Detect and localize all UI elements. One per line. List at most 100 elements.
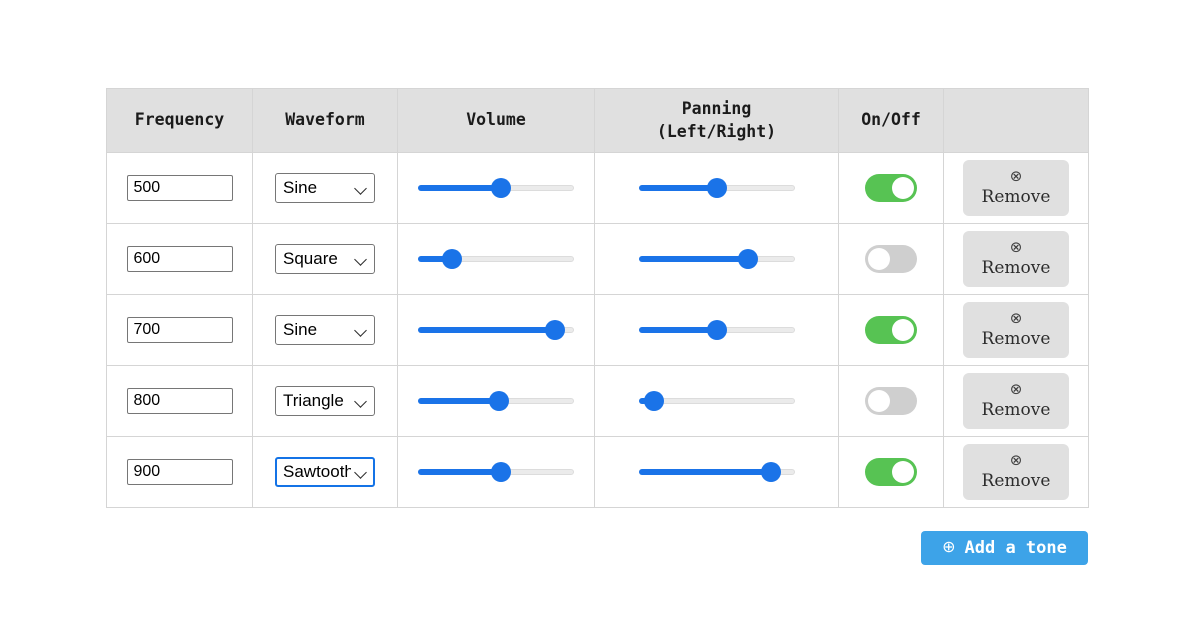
slider-fill bbox=[638, 469, 772, 475]
panning-slider[interactable] bbox=[638, 391, 795, 411]
slider-fill bbox=[418, 398, 500, 404]
tone-table-body: Sine⊗RemoveSquare⊗RemoveSine⊗RemoveTrian… bbox=[106, 152, 1089, 508]
cell-onoff bbox=[838, 365, 944, 437]
slider-thumb[interactable] bbox=[490, 178, 511, 198]
frequency-input[interactable] bbox=[126, 388, 233, 414]
volume-slider[interactable] bbox=[418, 178, 574, 198]
volume-slider[interactable] bbox=[418, 249, 574, 269]
slider-fill bbox=[638, 256, 748, 262]
frequency-input[interactable] bbox=[126, 459, 233, 485]
waveform-select[interactable]: Sine bbox=[275, 173, 375, 203]
toggle-knob bbox=[892, 461, 914, 483]
toggle-knob bbox=[868, 248, 890, 270]
circle-x-icon: ⊗ bbox=[1009, 451, 1023, 470]
cell-onoff bbox=[838, 223, 944, 295]
add-tone-button[interactable]: ⊕ Add a tone bbox=[921, 531, 1088, 565]
cell-panning bbox=[594, 294, 839, 366]
onoff-toggle[interactable] bbox=[865, 387, 917, 415]
remove-button[interactable]: ⊗ Remove bbox=[963, 444, 1069, 500]
cell-panning bbox=[594, 436, 839, 508]
cell-frequency bbox=[106, 294, 253, 366]
waveform-select-value: Sawtooth bbox=[283, 462, 351, 481]
circle-plus-icon: ⊕ bbox=[942, 537, 956, 556]
cell-frequency bbox=[106, 152, 253, 224]
cell-frequency bbox=[106, 365, 253, 437]
column-header-frequency: Frequency bbox=[106, 88, 253, 153]
tone-table-container: Frequency Waveform Volume Panning (Left/… bbox=[106, 88, 1089, 508]
remove-button-label: Remove bbox=[981, 258, 1051, 279]
cell-panning bbox=[594, 223, 839, 295]
slider-thumb[interactable] bbox=[706, 320, 727, 340]
volume-slider[interactable] bbox=[418, 391, 574, 411]
panning-slider[interactable] bbox=[638, 178, 795, 198]
frequency-input[interactable] bbox=[126, 175, 233, 201]
slider-fill bbox=[418, 185, 501, 191]
panning-slider[interactable] bbox=[638, 462, 795, 482]
slider-fill bbox=[418, 327, 556, 333]
waveform-select-value: Sine bbox=[283, 320, 318, 339]
waveform-select[interactable]: Sawtooth bbox=[275, 457, 375, 487]
remove-button[interactable]: ⊗ Remove bbox=[963, 302, 1069, 358]
volume-slider[interactable] bbox=[418, 320, 574, 340]
column-header-panning-line1: Panning bbox=[681, 99, 752, 119]
circle-x-icon: ⊗ bbox=[1009, 380, 1023, 399]
remove-button-label: Remove bbox=[981, 471, 1051, 492]
circle-x-icon: ⊗ bbox=[1009, 167, 1023, 186]
slider-thumb[interactable] bbox=[489, 391, 510, 411]
slider-thumb[interactable] bbox=[545, 320, 566, 340]
cell-volume bbox=[397, 436, 595, 508]
cell-waveform: Sine bbox=[252, 152, 398, 224]
table-row: Sawtooth ⊗Remove bbox=[106, 436, 1089, 508]
cell-onoff bbox=[838, 152, 944, 224]
onoff-toggle[interactable] bbox=[865, 316, 917, 344]
waveform-select[interactable]: Square bbox=[275, 244, 375, 274]
waveform-select-value: Triangle bbox=[283, 391, 344, 410]
cell-actions: ⊗ Remove bbox=[943, 294, 1089, 366]
cell-onoff bbox=[838, 436, 944, 508]
table-header-row: Frequency Waveform Volume Panning (Left/… bbox=[106, 88, 1089, 153]
frequency-input[interactable] bbox=[126, 317, 233, 343]
remove-button[interactable]: ⊗ Remove bbox=[963, 160, 1069, 216]
column-header-onoff: On/Off bbox=[838, 88, 944, 153]
slider-thumb[interactable] bbox=[761, 462, 782, 482]
remove-button[interactable]: ⊗ Remove bbox=[963, 373, 1069, 429]
onoff-toggle[interactable] bbox=[865, 245, 917, 273]
slider-thumb[interactable] bbox=[644, 391, 665, 411]
frequency-input[interactable] bbox=[126, 246, 233, 272]
panning-slider[interactable] bbox=[638, 320, 795, 340]
column-header-panning-line2: (Left/Right) bbox=[656, 121, 777, 141]
remove-button-label: Remove bbox=[981, 187, 1051, 208]
remove-button[interactable]: ⊗ Remove bbox=[963, 231, 1069, 287]
cell-actions: ⊗ Remove bbox=[943, 152, 1089, 224]
column-header-actions bbox=[943, 88, 1089, 153]
cell-volume bbox=[397, 294, 595, 366]
panning-slider[interactable] bbox=[638, 249, 795, 269]
waveform-select[interactable]: Sine bbox=[275, 315, 375, 345]
waveform-select[interactable]: Triangle bbox=[275, 386, 375, 416]
slider-thumb[interactable] bbox=[490, 462, 511, 482]
remove-button-label: Remove bbox=[981, 329, 1051, 350]
cell-actions: ⊗ Remove bbox=[943, 365, 1089, 437]
cell-volume bbox=[397, 152, 595, 224]
chevron-down-icon bbox=[355, 324, 368, 337]
chevron-down-icon bbox=[355, 395, 368, 408]
slider-thumb[interactable] bbox=[737, 249, 758, 269]
circle-x-icon: ⊗ bbox=[1009, 309, 1023, 328]
volume-slider[interactable] bbox=[418, 462, 574, 482]
tone-table-header: Frequency Waveform Volume Panning (Left/… bbox=[106, 88, 1089, 153]
onoff-toggle[interactable] bbox=[865, 458, 917, 486]
cell-volume bbox=[397, 365, 595, 437]
onoff-toggle[interactable] bbox=[865, 174, 917, 202]
table-row: Square ⊗Remove bbox=[106, 223, 1089, 295]
chevron-down-icon bbox=[355, 253, 368, 266]
table-row: Sine ⊗Remove bbox=[106, 152, 1089, 224]
cell-waveform: Sine bbox=[252, 294, 398, 366]
remove-button-label: Remove bbox=[981, 400, 1051, 421]
waveform-select-value: Square bbox=[283, 249, 338, 268]
slider-thumb[interactable] bbox=[706, 178, 727, 198]
cell-actions: ⊗ Remove bbox=[943, 223, 1089, 295]
cell-actions: ⊗ Remove bbox=[943, 436, 1089, 508]
slider-thumb[interactable] bbox=[442, 249, 463, 269]
slider-fill bbox=[638, 327, 717, 333]
cell-panning bbox=[594, 152, 839, 224]
